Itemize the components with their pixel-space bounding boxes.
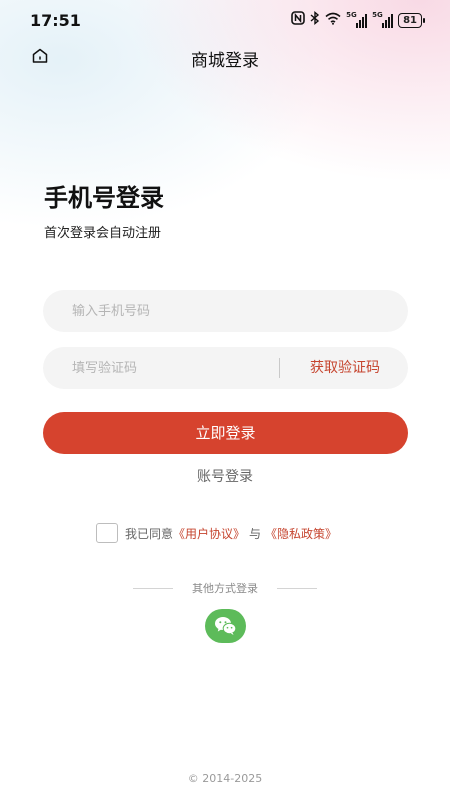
other-login-divider: 其他方式登录: [133, 580, 317, 596]
user-agreement-link[interactable]: 《用户协议》: [173, 525, 245, 542]
phone-field: [43, 290, 408, 332]
phone-input[interactable]: [43, 290, 408, 332]
status-bar: 17:51 5G 5G 81: [0, 0, 450, 42]
account-login-link[interactable]: 账号登录: [0, 466, 450, 486]
wechat-icon: [215, 617, 237, 635]
privacy-policy-link[interactable]: 《隐私政策》: [265, 525, 337, 542]
code-field: 获取验证码: [43, 347, 408, 389]
wifi-icon: [325, 12, 341, 30]
signal-5g-icon: 5G: [346, 10, 368, 28]
copyright: © 2014-2025: [187, 772, 263, 785]
status-time: 17:51: [30, 11, 81, 30]
divider-line: [133, 587, 173, 589]
other-login-label: 其他方式登录: [192, 582, 258, 595]
status-icons: 5G 5G 81: [291, 10, 425, 30]
agreement-prefix: 我已同意: [125, 526, 174, 541]
login-heading: 手机号登录: [44, 184, 164, 212]
battery-indicator: 81: [398, 13, 425, 28]
bluetooth-icon: [310, 11, 320, 30]
signal-5g-icon: 5G: [372, 10, 394, 28]
agreement-row: 我已同意 《用户协议》 与 《隐私政策》: [96, 523, 337, 543]
get-code-button[interactable]: 获取验证码: [310, 347, 380, 389]
field-divider: [279, 358, 280, 378]
agreement-checkbox[interactable]: [96, 523, 118, 543]
agreement-connector: 与: [249, 526, 262, 541]
page-title: 商城登录: [191, 51, 259, 71]
nav-bar: 商城登录: [0, 42, 450, 72]
login-button[interactable]: 立即登录: [43, 412, 408, 454]
nfc-icon: [291, 11, 305, 30]
wechat-login-button[interactable]: [205, 609, 246, 643]
signal-label: 5G: [372, 10, 383, 19]
signal-label: 5G: [346, 10, 357, 19]
verification-code-input[interactable]: [43, 347, 273, 389]
login-subheading: 首次登录会自动注册: [44, 226, 162, 241]
divider-line: [277, 587, 317, 589]
